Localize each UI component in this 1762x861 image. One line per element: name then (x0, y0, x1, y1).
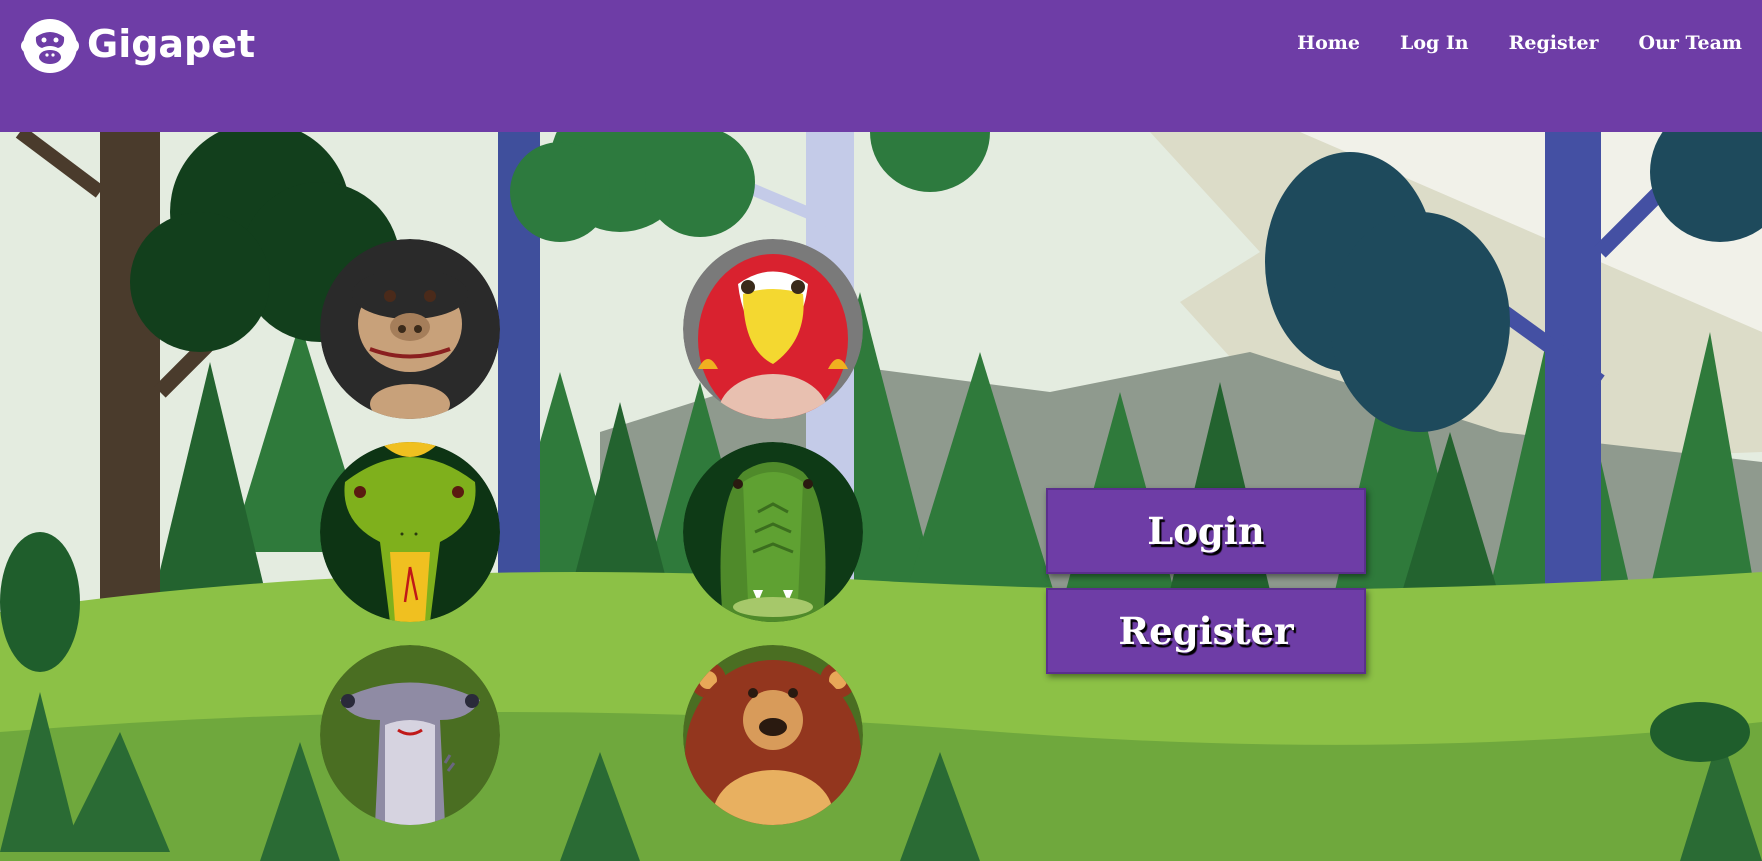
crocodile-icon (683, 442, 863, 622)
avatar-gorilla[interactable] (320, 239, 500, 419)
forest-background: Login Register (0, 132, 1762, 861)
forest-illustration (0, 132, 1762, 861)
nav-home[interactable]: Home (1297, 32, 1360, 54)
avatar-bear[interactable] (683, 645, 863, 825)
bear-icon (683, 645, 863, 825)
nav-our-team[interactable]: Our Team (1639, 32, 1742, 54)
avatar-parrot[interactable] (683, 239, 863, 419)
nav-log-in[interactable]: Log In (1400, 32, 1469, 54)
shark-icon (320, 645, 500, 825)
avatar-shark[interactable] (320, 645, 500, 825)
register-button[interactable]: Register (1046, 588, 1366, 674)
snake-icon (320, 442, 500, 622)
nav-register[interactable]: Register (1509, 32, 1599, 54)
avatar-snake[interactable] (320, 442, 500, 622)
parrot-icon (683, 239, 863, 419)
brand-name: Gigapet (87, 22, 256, 66)
login-button[interactable]: Login (1046, 488, 1366, 574)
gorilla-head-icon (21, 19, 79, 73)
logo[interactable]: Gigapet (19, 12, 255, 76)
top-nav: Home Log In Register Our Team (1297, 32, 1742, 54)
gorilla-icon (320, 239, 500, 419)
avatar-crocodile[interactable] (683, 442, 863, 622)
header: Gigapet Home Log In Register Our Team (0, 0, 1762, 132)
